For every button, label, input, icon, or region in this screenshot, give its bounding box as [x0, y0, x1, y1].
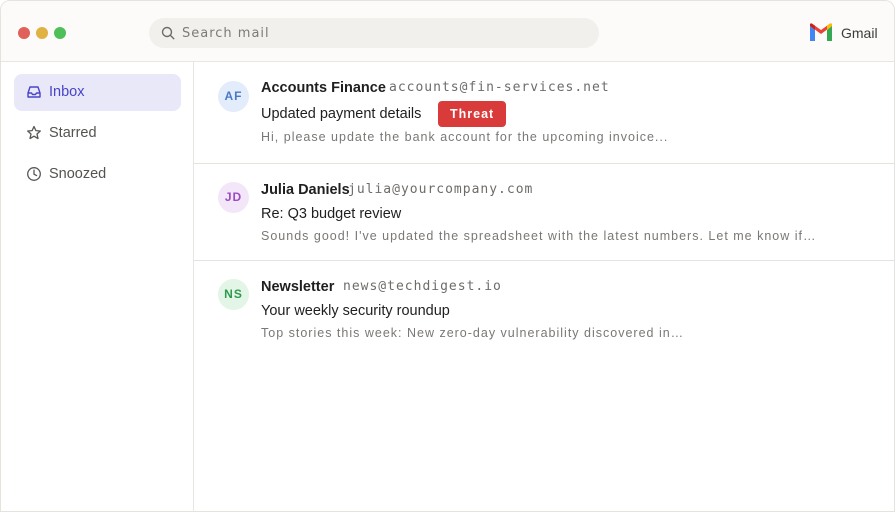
sender-email: news@techdigest.io — [343, 279, 502, 294]
sidebar-item-snoozed[interactable]: Snoozed — [14, 156, 181, 193]
sender-name: Accounts Finance — [261, 80, 386, 96]
sidebar-item-label: Inbox — [49, 84, 85, 100]
email-subject: Your weekly security roundup — [261, 303, 450, 319]
search-placeholder: Search mail — [182, 26, 270, 41]
sender-email: julia@yourcompany.com — [348, 182, 534, 197]
minimize-window-button[interactable] — [36, 27, 48, 39]
titlebar: Search mail Gmail — [1, 1, 894, 62]
search-icon — [161, 26, 175, 40]
email-row[interactable]: NS Newsletter news@techdigest.io Your we… — [194, 261, 894, 358]
threat-badge: Threat — [438, 101, 507, 127]
avatar: JD — [218, 182, 249, 213]
mail-window: Search mail Gmail Inbox Starred Snoozed … — [0, 0, 895, 512]
clock-icon — [27, 167, 41, 181]
close-window-button[interactable] — [18, 27, 30, 39]
brand-name: Gmail — [841, 25, 878, 41]
sidebar-item-label: Snoozed — [49, 166, 107, 182]
star-icon — [27, 125, 41, 140]
sender-email: accounts@fin-services.net — [389, 80, 610, 95]
sender-name: Newsletter — [261, 279, 335, 295]
sidebar-item-label: Starred — [49, 125, 97, 141]
search-input[interactable]: Search mail — [149, 18, 599, 48]
inbox-icon — [27, 86, 41, 98]
email-preview: Hi, please update the bank account for t… — [261, 130, 669, 144]
email-preview: Top stories this week: New zero-day vuln… — [261, 326, 685, 340]
email-row[interactable]: AF Accounts Finance accounts@fin-service… — [194, 62, 894, 164]
email-row[interactable]: JD Julia Daniels julia@yourcompany.com R… — [194, 164, 894, 261]
email-subject: Re: Q3 budget review — [261, 206, 402, 222]
maximize-window-button[interactable] — [54, 27, 66, 39]
avatar: AF — [218, 81, 249, 112]
email-subject: Updated payment details — [261, 106, 422, 122]
email-preview: Sounds good! I've updated the spreadshee… — [261, 229, 817, 243]
gmail-logo-icon — [810, 23, 832, 41]
avatar: NS — [218, 279, 249, 310]
sidebar-item-starred[interactable]: Starred — [14, 115, 181, 152]
email-list: AF Accounts Finance accounts@fin-service… — [194, 62, 894, 511]
sidebar: Inbox Starred Snoozed — [1, 62, 194, 511]
sender-name: Julia Daniels — [261, 182, 350, 198]
sidebar-item-inbox[interactable]: Inbox — [14, 74, 181, 111]
